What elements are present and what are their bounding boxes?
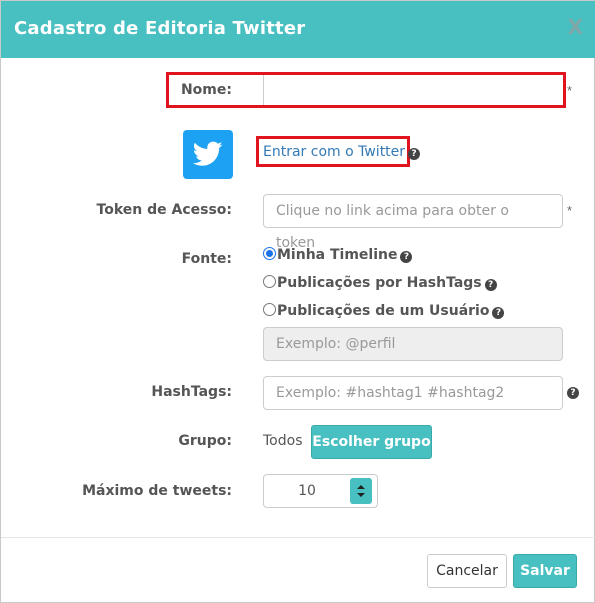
maximo-tweets-stepper[interactable]: 10 xyxy=(263,474,378,508)
usuario-placeholder: Exemplo: @perfil xyxy=(276,336,396,352)
usuario-input: Exemplo: @perfil xyxy=(263,327,563,361)
fonte-option-usuario[interactable]: Publicações de um Usuário? xyxy=(263,303,505,319)
nome-required: * xyxy=(567,83,573,98)
fonte-option-label: Publicações por HashTags xyxy=(277,275,482,291)
save-button[interactable]: Salvar xyxy=(513,554,577,588)
maximo-label: Máximo de tweets: xyxy=(82,483,232,499)
fonte-label: Fonte: xyxy=(181,251,232,267)
token-required: * xyxy=(567,203,573,218)
grupo-value: Todos xyxy=(263,433,303,449)
escolher-grupo-button[interactable]: Escolher grupo xyxy=(311,425,432,459)
radio-timeline[interactable] xyxy=(263,247,276,260)
token-input[interactable]: Clique no link acima para obter o token xyxy=(263,194,563,251)
help-icon[interactable]: ? xyxy=(408,148,421,160)
twitter-login-text: Entrar com o Twitter xyxy=(263,144,406,160)
token-label: Token de Acesso: xyxy=(96,202,232,218)
modal-header: Cadastro de Editoria Twitter X xyxy=(1,1,595,58)
hashtags-label: HashTags: xyxy=(151,384,232,400)
twitter-login-link[interactable]: Entrar com o Twitter? xyxy=(263,144,421,160)
spinner-up-icon[interactable] xyxy=(357,485,365,489)
grupo-label: Grupo: xyxy=(178,433,232,449)
radio-hashtags[interactable] xyxy=(263,275,276,288)
twitter-button[interactable] xyxy=(183,130,233,179)
nome-label: Nome: xyxy=(180,82,232,98)
cancel-button[interactable]: Cancelar xyxy=(427,554,507,588)
editoria-twitter-modal: Cadastro de Editoria Twitter X Nome: * E… xyxy=(0,0,595,603)
maximo-value: 10 xyxy=(298,483,316,499)
help-icon[interactable]: ? xyxy=(484,279,497,291)
nome-input[interactable] xyxy=(263,75,563,105)
help-icon[interactable]: ? xyxy=(567,387,579,399)
fonte-option-label: Publicações de um Usuário xyxy=(277,303,490,319)
help-icon[interactable]: ? xyxy=(492,307,505,319)
hashtags-input[interactable]: Exemplo: #hashtag1 #hashtag2 xyxy=(263,376,563,410)
twitter-icon xyxy=(193,141,223,166)
fonte-option-hashtags[interactable]: Publicações por HashTags? xyxy=(263,275,497,291)
modal-title: Cadastro de Editoria Twitter xyxy=(14,18,306,39)
fonte-option-label: Minha Timeline xyxy=(277,247,398,263)
fonte-option-timeline[interactable]: Minha Timeline? xyxy=(263,247,413,263)
radio-usuario[interactable] xyxy=(263,303,276,316)
stepper-buttons[interactable] xyxy=(350,478,372,504)
footer-divider xyxy=(1,537,595,538)
help-icon[interactable]: ? xyxy=(400,251,413,263)
spinner-down-icon[interactable] xyxy=(357,493,365,497)
hashtags-placeholder: Exemplo: #hashtag1 #hashtag2 xyxy=(276,385,505,401)
token-placeholder: Clique no link acima para obter o token xyxy=(276,203,509,251)
close-icon[interactable]: X xyxy=(568,15,583,39)
